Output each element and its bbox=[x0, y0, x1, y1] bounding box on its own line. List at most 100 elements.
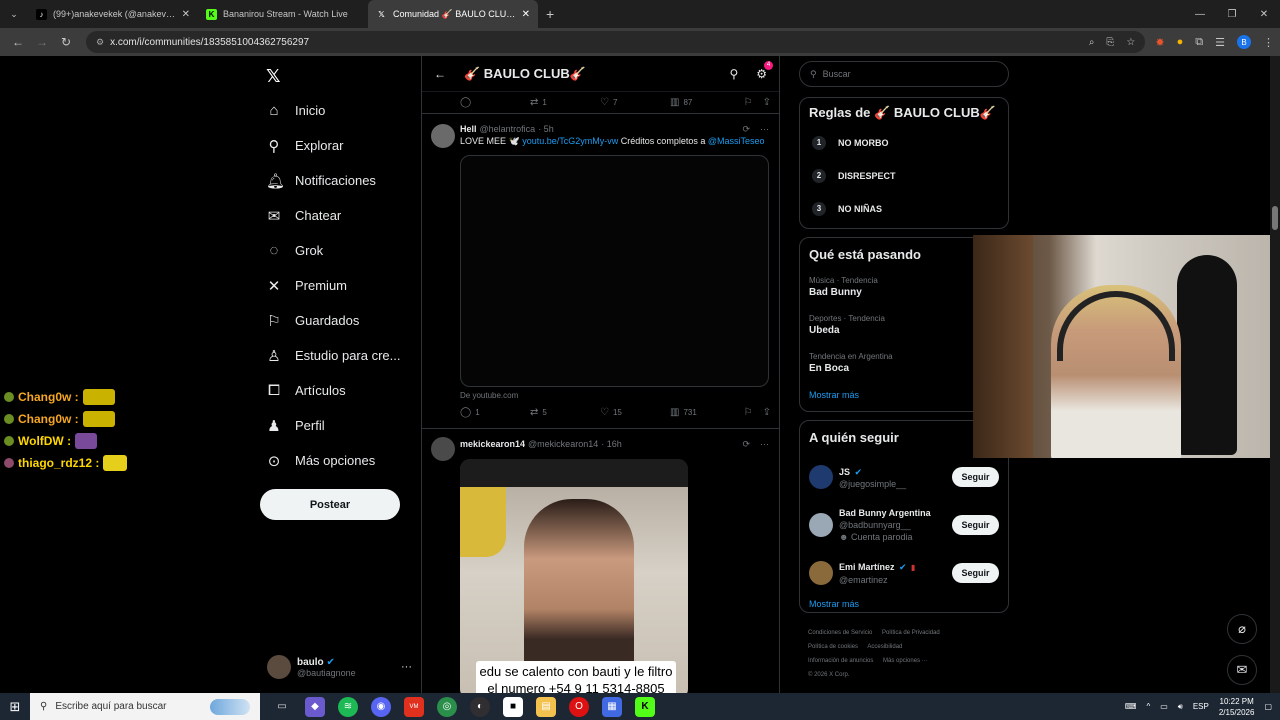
menu-icon[interactable]: ⋮ bbox=[1263, 36, 1274, 49]
tweet-time[interactable]: · 5h bbox=[538, 124, 554, 134]
follow-name[interactable]: Emi Martínez bbox=[839, 562, 895, 572]
taskbar-search-input[interactable]: ⚲ Escribe aquí para buscar bbox=[30, 693, 260, 720]
avatar[interactable] bbox=[809, 561, 833, 585]
scrollbar-thumb[interactable] bbox=[1272, 206, 1278, 230]
tweet-mention[interactable]: @MassiTeseo bbox=[708, 136, 765, 146]
site-info-icon[interactable]: ⚙ bbox=[96, 37, 104, 48]
rule-item[interactable]: 3 NO NIÑAS bbox=[800, 192, 1008, 225]
tweet-author-name[interactable]: mekickearon14 bbox=[460, 439, 525, 449]
follow-button[interactable]: Seguir bbox=[952, 467, 999, 487]
spotify-icon[interactable]: ≋ bbox=[338, 696, 358, 717]
restore-icon[interactable]: ❐ bbox=[1216, 0, 1248, 28]
minimize-icon[interactable]: — bbox=[1184, 0, 1216, 28]
chevron-up-icon[interactable]: ^ bbox=[1146, 702, 1150, 711]
chrome-icon[interactable]: ◎ bbox=[437, 696, 457, 717]
share-icon[interactable]: ⇪ bbox=[763, 407, 771, 418]
sidebar-item-guardados[interactable]: ⚐ Guardados bbox=[266, 303, 401, 338]
sidebar-item-explorar[interactable]: ⚲ Explorar bbox=[266, 128, 401, 163]
copilot-icon[interactable]: ◆ bbox=[305, 696, 325, 717]
more-icon[interactable]: ··· bbox=[760, 439, 769, 450]
sidebar-item-chatear[interactable]: ✉ Chatear bbox=[266, 198, 401, 233]
follow-suggestion[interactable]: JS ✔ @juegosimple__ Seguir bbox=[800, 453, 1008, 501]
footer-link[interactable]: Accesibilidad bbox=[867, 644, 902, 650]
show-more-link[interactable]: Mostrar más bbox=[800, 597, 1008, 615]
footer-link[interactable]: Condiciones de Servicio bbox=[808, 630, 872, 636]
extension-icon[interactable]: ✸ bbox=[1155, 36, 1164, 49]
sidebar-item-estudio[interactable]: ♙ Estudio para cre... bbox=[266, 338, 400, 373]
notifications-icon[interactable]: ▢ bbox=[1264, 702, 1272, 711]
url-field[interactable]: ⚙ x.com/i/communities/183585100436275629… bbox=[86, 31, 1146, 53]
network-icon[interactable]: ▭ bbox=[1160, 702, 1168, 711]
search-icon[interactable]: ⚲ bbox=[729, 67, 738, 81]
tweet-author-handle[interactable]: @helantrofica bbox=[480, 124, 536, 134]
profile-avatar[interactable]: B bbox=[1237, 35, 1251, 49]
footer-link[interactable]: Política de Privacidad bbox=[882, 630, 940, 636]
install-icon[interactable]: ⎘ bbox=[1106, 37, 1114, 48]
task-view-icon[interactable]: ▭ bbox=[272, 697, 292, 717]
rule-item[interactable]: 2 DISRESPECT bbox=[800, 159, 1008, 192]
back-icon[interactable]: ← bbox=[6, 35, 30, 49]
reply-button[interactable]: ◯ 1 bbox=[460, 407, 530, 418]
footer-link[interactable]: Más opciones ··· bbox=[883, 658, 928, 664]
windows-start-icon[interactable]: ⊞ bbox=[0, 699, 30, 715]
share-icon[interactable]: ⇪ bbox=[763, 97, 771, 108]
grok-icon[interactable]: ⟳ bbox=[742, 124, 750, 135]
tweet-author-name[interactable]: Hell bbox=[460, 124, 477, 134]
avatar[interactable] bbox=[809, 513, 833, 537]
messages-float-button[interactable]: ✉ bbox=[1227, 655, 1257, 685]
like-button[interactable]: ♡ 15 bbox=[600, 407, 670, 418]
views-button[interactable]: ▥ 87 bbox=[670, 97, 740, 108]
rule-item[interactable]: 1 NO MORBO bbox=[800, 126, 1008, 159]
tweet-link[interactable]: youtu.be/TcG2ymMy-vw bbox=[522, 136, 618, 146]
avatar[interactable] bbox=[431, 437, 455, 461]
follow-name[interactable]: JS bbox=[839, 467, 850, 477]
follow-suggestion[interactable]: Bad Bunny Argentina @badbunnyarg__ ☻ Cue… bbox=[800, 501, 1008, 549]
page-scrollbar[interactable] bbox=[1270, 56, 1280, 693]
discord-icon[interactable]: ◉ bbox=[371, 696, 391, 717]
follow-button[interactable]: Seguir bbox=[952, 563, 999, 583]
close-icon[interactable]: ✕ bbox=[182, 9, 190, 20]
language-indicator[interactable]: ESP bbox=[1193, 702, 1209, 711]
voicemod-icon[interactable]: VM bbox=[404, 696, 424, 717]
tweet-video[interactable]: edu se calento con bauti y le filtro el … bbox=[460, 459, 688, 693]
close-window-icon[interactable]: ✕ bbox=[1248, 0, 1280, 28]
avatar[interactable] bbox=[809, 465, 833, 489]
clock[interactable]: 10:22 PM 2/15/2026 bbox=[1219, 696, 1255, 718]
sidebar-item-inicio[interactable]: ⌂ Inicio bbox=[266, 93, 401, 128]
settings-icon[interactable]: ⚙ 4 bbox=[756, 60, 773, 81]
sidebar-item-notificaciones[interactable]: 🔔︎ Notificaciones bbox=[266, 163, 401, 198]
views-button[interactable]: ▥ 731 bbox=[670, 407, 740, 418]
grok-icon[interactable]: ⟳ bbox=[742, 439, 750, 450]
post-button[interactable]: Postear bbox=[260, 489, 400, 520]
zoom-icon[interactable]: ⌕ bbox=[1089, 37, 1095, 48]
reload-icon[interactable]: ↻ bbox=[54, 35, 78, 49]
tab-kick[interactable]: K Bananirou Stream - Watch Live bbox=[198, 0, 368, 28]
app-icon[interactable]: ▦ bbox=[602, 696, 622, 717]
avatar[interactable] bbox=[431, 124, 455, 148]
puzzle-icon[interactable]: ⧉ bbox=[1195, 36, 1203, 49]
opera-icon[interactable]: O bbox=[569, 696, 589, 717]
more-icon[interactable]: ··· bbox=[401, 661, 412, 673]
volume-icon[interactable]: 🔊︎ bbox=[1178, 702, 1183, 712]
sidebar-item-premium[interactable]: ✕ Premium bbox=[266, 268, 401, 303]
reply-button[interactable]: ◯ bbox=[460, 97, 530, 108]
youtube-embed[interactable] bbox=[460, 155, 769, 387]
search-input[interactable]: ⚲ Buscar bbox=[799, 61, 1009, 87]
tab-list-button[interactable]: ⌄ bbox=[0, 9, 28, 20]
keyboard-icon[interactable]: ⌨ bbox=[1125, 702, 1137, 711]
obs-icon[interactable]: ◐ bbox=[470, 696, 490, 717]
grok-float-button[interactable]: ⌀ bbox=[1227, 614, 1257, 644]
forward-icon[interactable]: → bbox=[30, 35, 54, 49]
tweet[interactable]: Hell @helantrofica · 5h ⟳ ··· LOVE MEE 🕊️… bbox=[422, 114, 779, 429]
like-button[interactable]: ♡ 7 bbox=[600, 97, 670, 108]
bookmark-icon[interactable]: ⚐ bbox=[744, 407, 753, 418]
more-icon[interactable]: ··· bbox=[760, 124, 769, 135]
sidebar-item-perfil[interactable]: ♟ Perfil bbox=[266, 408, 401, 443]
tweet-time[interactable]: · 16h bbox=[601, 439, 622, 449]
sidebar-item-mas-opciones[interactable]: ⊙ Más opciones bbox=[266, 443, 401, 478]
tweet[interactable]: mekickearon14 @mekickearon14 · 16h ⟳ ··· … bbox=[422, 429, 779, 693]
tab-x-community[interactable]: 𝕏 Comunidad 🎸 BAULO CLUB🎸 ✕ bbox=[368, 0, 538, 28]
file-explorer-icon[interactable]: ▤ bbox=[536, 696, 556, 717]
tab-tiktok[interactable]: ♪ (99+)anakevekek (@anakevepo ✕ bbox=[28, 0, 198, 28]
sidebar-item-articulos[interactable]: ⧠ Artículos bbox=[266, 373, 401, 408]
